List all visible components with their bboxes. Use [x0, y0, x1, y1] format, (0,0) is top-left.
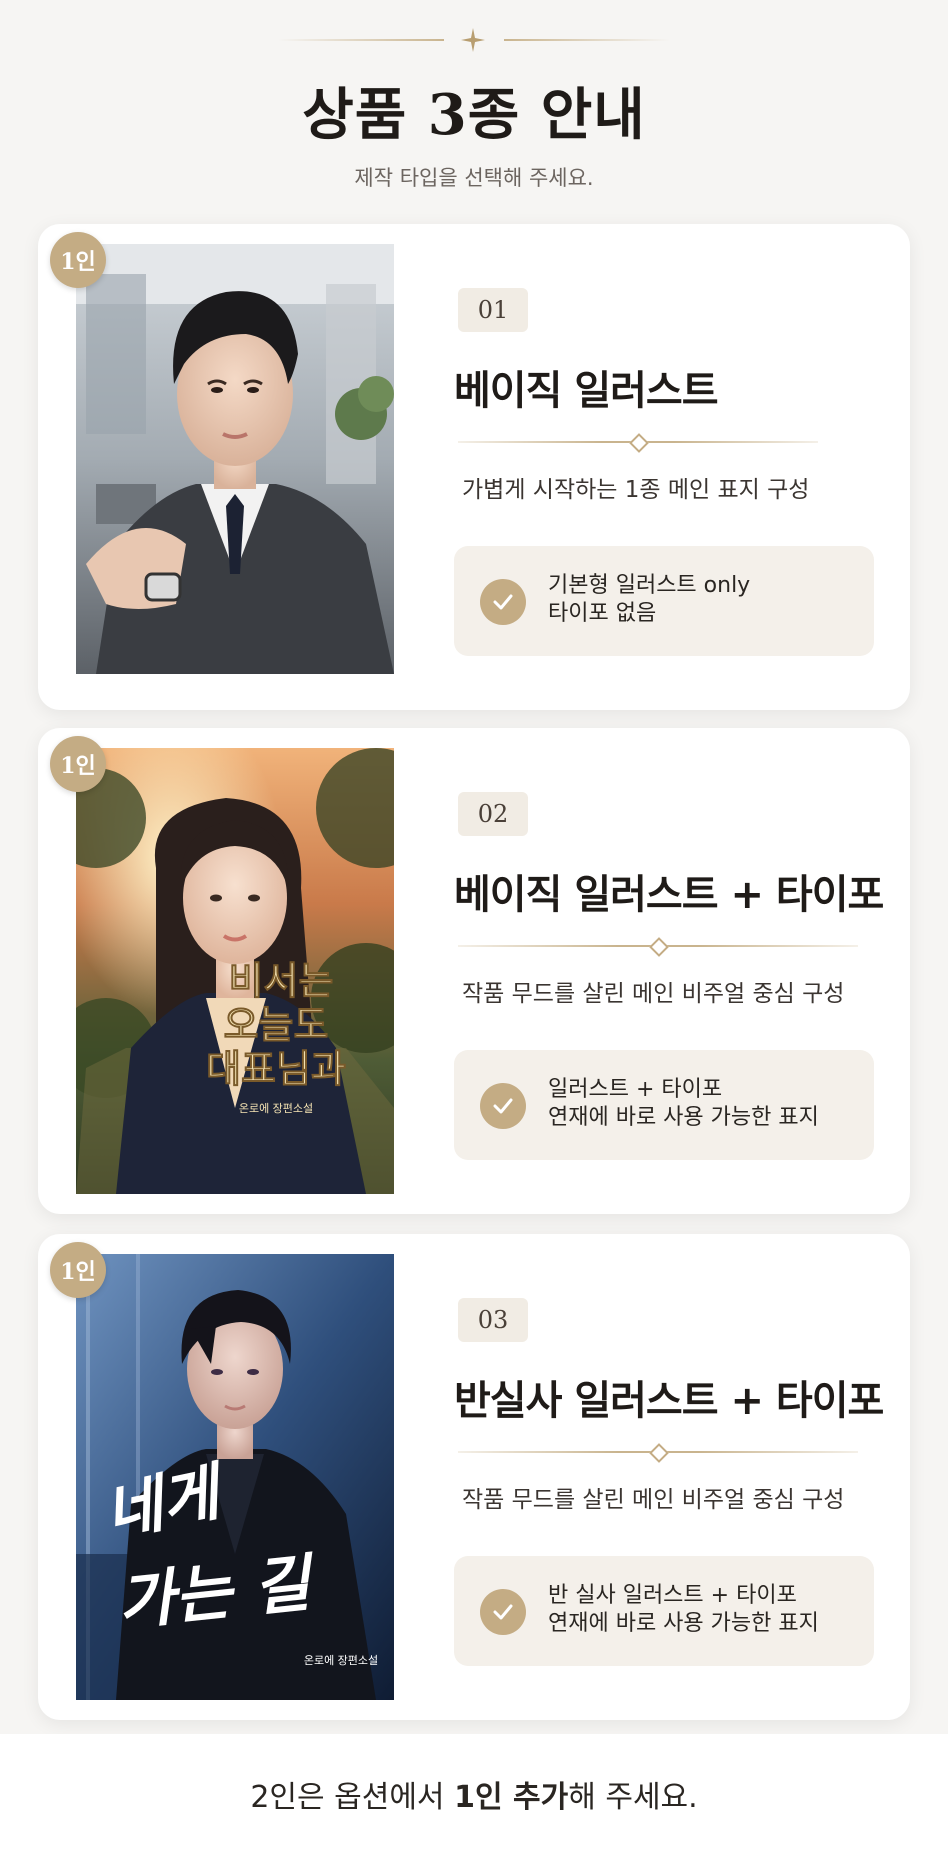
page-title: 상품 3종 안내	[302, 82, 646, 148]
cover-image-female-portrait: 비서는 오늘도 대표님과 온로에 장편소설	[76, 748, 394, 1194]
top-ornament	[0, 28, 948, 52]
product-number: 02	[458, 792, 528, 836]
divider	[458, 1443, 858, 1463]
person-count-badge: 1인	[50, 736, 106, 792]
page-subtitle: 제작 타입을 선택해 주세요.	[354, 166, 594, 190]
check-icon	[480, 579, 526, 625]
feature-box: 반 실사 일러스트 + 타이포 연재에 바로 사용 가능한 표지	[454, 1556, 874, 1666]
product-card-semi-realistic-typo[interactable]: 1인 네게 가는 길 온로에 장편소설 03 반실사 일러스트 + 타이포 작품…	[38, 1234, 910, 1720]
feature-box: 기본형 일러스트 only 타이포 없음	[454, 546, 874, 656]
feature-line-1: 일러스트 + 타이포	[548, 1077, 723, 1102]
product-number: 03	[458, 1298, 528, 1342]
feature-line-1: 기본형 일러스트 only	[548, 573, 751, 598]
feature-text: 일러스트 + 타이포 연재에 바로 사용 가능한 표지	[548, 1076, 819, 1132]
cover-author: 온로에 장편소설	[304, 1654, 378, 1667]
cover-image-male-portrait	[76, 244, 394, 674]
product-title: 베이직 일러스트	[454, 368, 719, 414]
product-card-basic[interactable]: 1인 01 베이직 일러스트 가볍게 시작하는 1종 메인 표지 구성 기본형 …	[38, 224, 910, 710]
product-description: 작품 무드를 살린 메인 비주얼 중심 구성	[462, 1487, 845, 1513]
product-description: 가볍게 시작하는 1종 메인 표지 구성	[462, 477, 810, 503]
person-count-badge: 1인	[50, 1242, 106, 1298]
person-count-badge: 1인	[50, 232, 106, 288]
feature-line-1: 반 실사 일러스트 + 타이포	[548, 1583, 797, 1608]
feature-line-2: 연재에 바로 사용 가능한 표지	[548, 1105, 819, 1130]
product-title: 베이직 일러스트 + 타이포	[454, 872, 884, 918]
footer-text-before: 2인은 옵션에서	[250, 1780, 455, 1815]
cover-title-line-1: 비서는	[229, 958, 334, 1003]
check-icon	[480, 1083, 526, 1129]
footer-text-after: 해 주세요.	[568, 1780, 698, 1815]
divider	[458, 433, 818, 453]
footer-notice: 2인은 옵션에서 1인 추가해 주세요.	[0, 1734, 948, 1860]
footer-text: 2인은 옵션에서 1인 추가해 주세요.	[0, 1772, 948, 1816]
feature-line-2: 타이포 없음	[548, 601, 657, 626]
divider	[458, 937, 858, 957]
feature-text: 반 실사 일러스트 + 타이포 연재에 바로 사용 가능한 표지	[548, 1582, 819, 1638]
cover-image-semi-realistic-male: 네게 가는 길 온로에 장편소설	[76, 1254, 394, 1700]
cover-author: 온로에 장편소설	[239, 1102, 313, 1115]
feature-line-2: 연재에 바로 사용 가능한 표지	[548, 1611, 819, 1636]
sparkle-icon	[461, 28, 485, 52]
check-icon	[480, 1589, 526, 1635]
feature-box: 일러스트 + 타이포 연재에 바로 사용 가능한 표지	[454, 1050, 874, 1160]
product-description: 작품 무드를 살린 메인 비주얼 중심 구성	[462, 981, 845, 1007]
cover-title-line-2: 오늘도	[224, 1002, 329, 1047]
product-title: 반실사 일러스트 + 타이포	[454, 1378, 884, 1424]
feature-text: 기본형 일러스트 only 타이포 없음	[548, 572, 750, 628]
cover-title-line-3: 대표님과	[206, 1046, 346, 1091]
product-number: 01	[458, 288, 528, 332]
footer-text-bold: 1인 추가	[454, 1780, 569, 1815]
product-card-basic-typo[interactable]: 1인 비서는 오늘도 대표님과 온로에 장편소설 02 베이직 일러스트 + 타…	[38, 728, 910, 1214]
